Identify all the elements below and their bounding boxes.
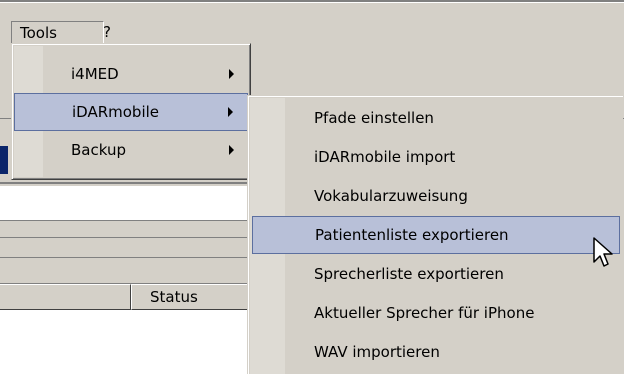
list-view[interactable] [0,310,260,374]
submenu-item-label: Aktueller Sprecher für iPhone [314,304,535,322]
column-header-status[interactable]: Status [131,284,261,310]
panel-divider [0,258,260,284]
menu-item-idarmobile[interactable]: iDARmobile [14,93,248,131]
menu-item-label: iDARmobile [72,103,160,121]
submenu-item-label: Vokabularzuweisung [314,187,468,205]
menu-item-label: i4MED [71,65,119,83]
submenu-item-label: Pfade einstellen [314,109,434,127]
submenu-item-sprecherliste-exportieren[interactable]: Sprecherliste exportieren [252,256,618,292]
submenu-item-vokabularzuweisung[interactable]: Vokabularzuweisung [252,178,618,214]
tools-dropdown-menu: i4MED iDARmobile Backup [11,43,251,180]
submenu-item-label: WAV importieren [314,343,440,361]
title-bar-fragment [0,146,8,174]
idarmobile-submenu: Pfade einstellen iDARmobile import Vokab… [247,95,623,374]
submenu-item-wav-importieren[interactable]: WAV importieren [252,334,618,370]
panel-divider [0,220,260,238]
submenu-item-pfade-einstellen[interactable]: Pfade einstellen [252,100,618,136]
text-area[interactable] [0,186,260,220]
panel-divider [0,238,260,258]
submenu-arrow-icon [228,107,233,117]
submenu-item-aktueller-sprecher[interactable]: Aktueller Sprecher für iPhone [252,295,618,331]
submenu-item-label: Sprecherliste exportieren [314,265,504,283]
mouse-pointer-icon [593,237,613,267]
submenu-item-patientenliste-exportieren[interactable]: Patientenliste exportieren [252,216,620,254]
submenu-item-label: Patientenliste exportieren [315,226,509,244]
menu-item-i4med[interactable]: i4MED [14,56,248,92]
menu-item-label: Backup [71,141,126,159]
menubar: Tools ? [0,3,624,48]
menu-item-backup[interactable]: Backup [14,132,248,168]
column-header[interactable] [0,284,131,310]
submenu-item-idarmobile-import[interactable]: iDARmobile import [252,139,618,175]
submenu-arrow-icon [229,145,234,155]
submenu-arrow-icon [229,69,234,79]
submenu-item-label: iDARmobile import [314,148,456,166]
